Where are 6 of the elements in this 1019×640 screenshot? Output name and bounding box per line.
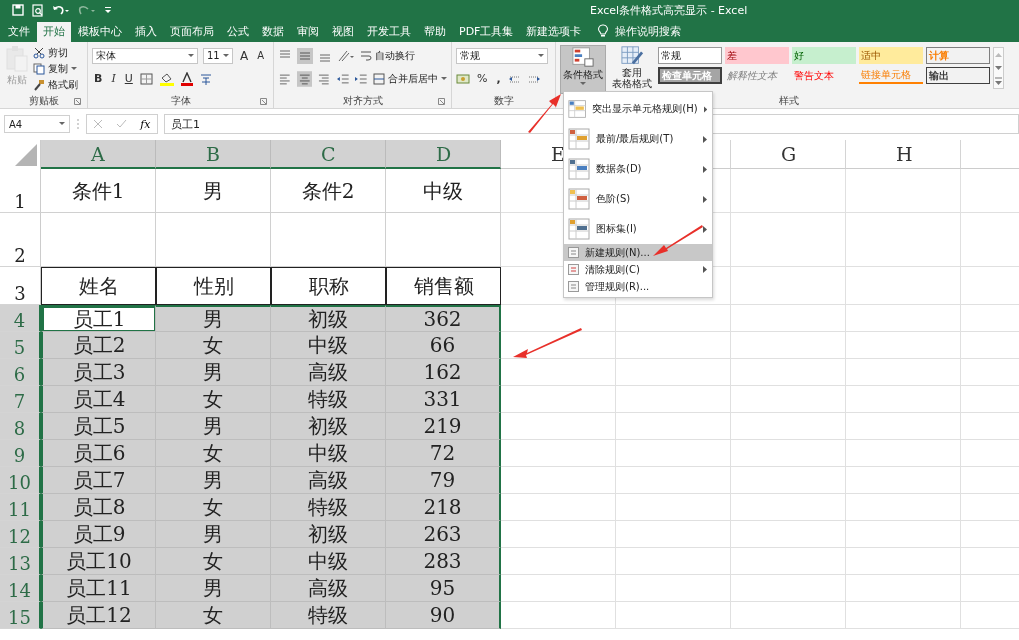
window-title: Excel条件格式高亮显示 - Excel: [590, 2, 748, 18]
group-label: 剪贴板: [28, 94, 59, 108]
group-label: 字体: [170, 94, 191, 108]
group-label: 样式: [778, 94, 799, 108]
group-label: 数字: [493, 94, 514, 108]
group-label: 对齐方式: [342, 94, 383, 108]
